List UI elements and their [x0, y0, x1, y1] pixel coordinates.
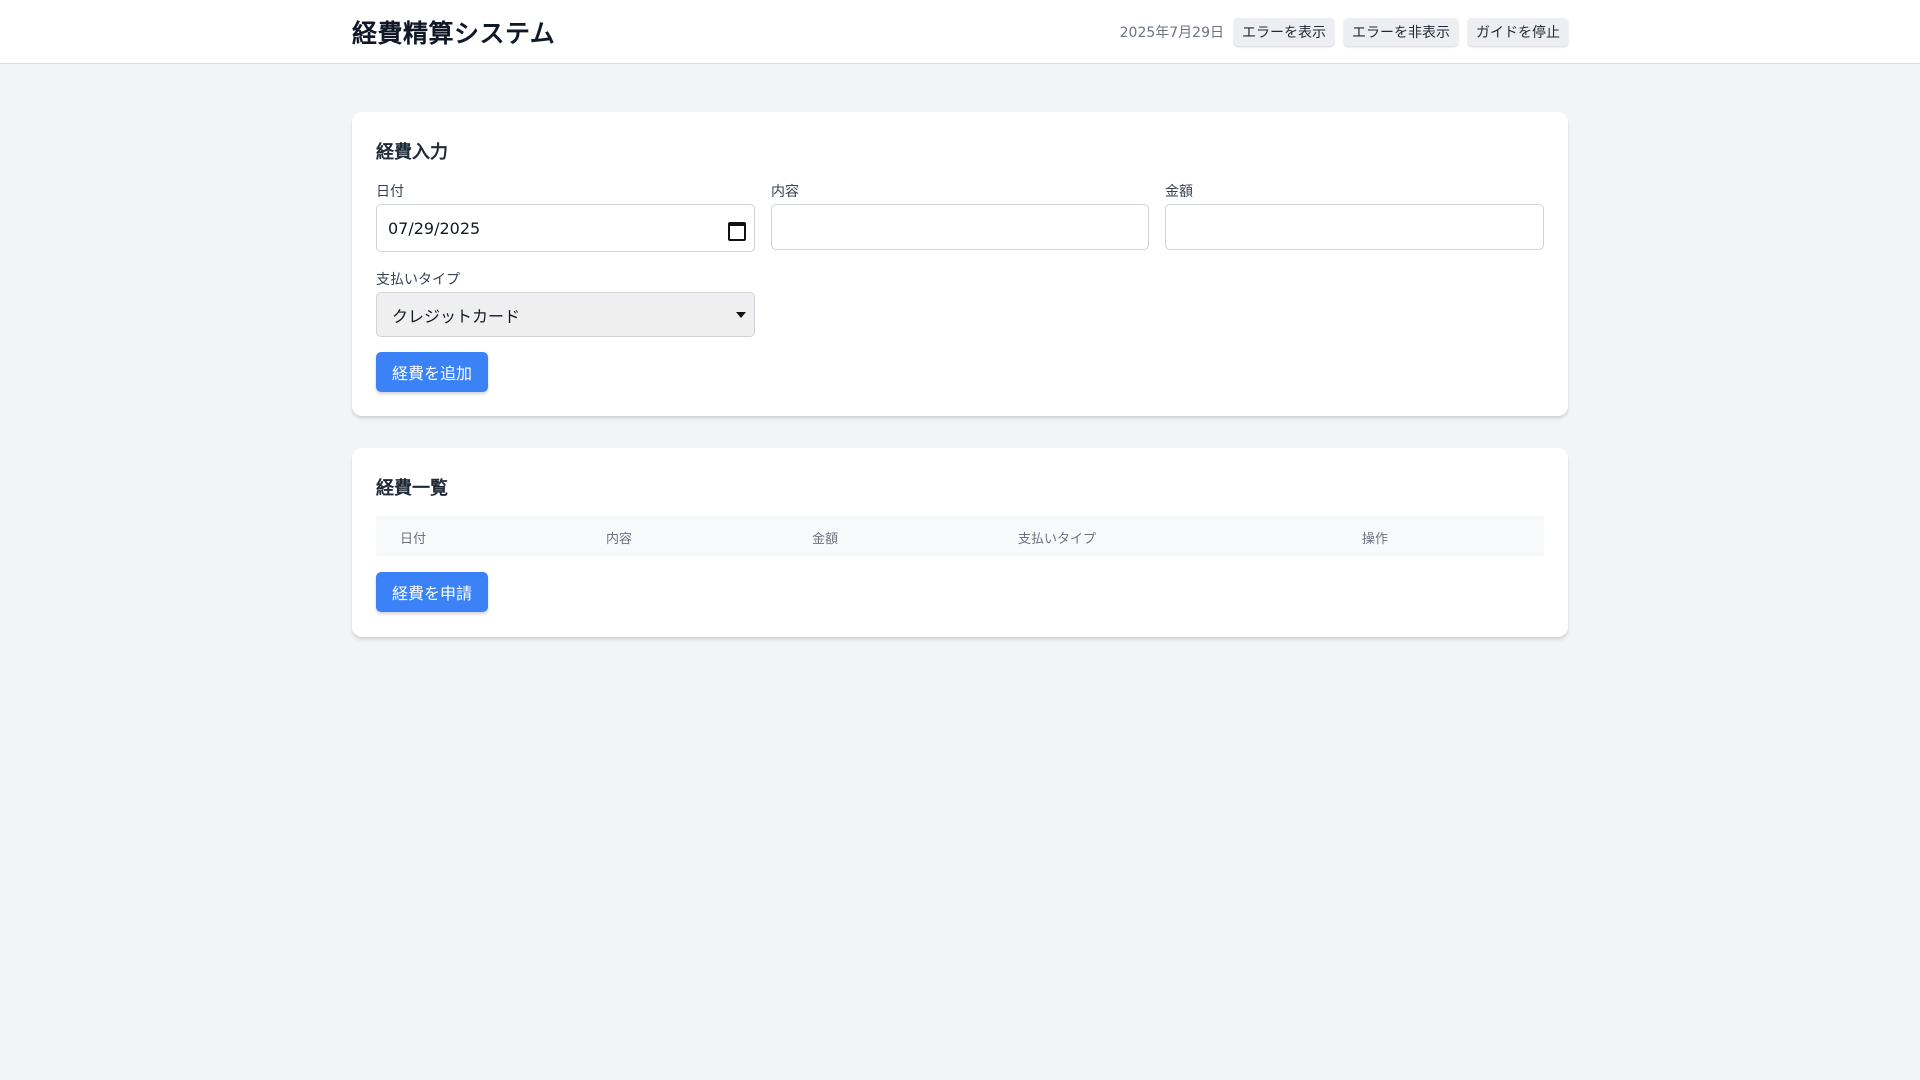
- app-header: 経費精算システム 2025年7月29日 エラーを表示 エラーを非表示 ガイドを停…: [0, 0, 1920, 64]
- date-value: 07/29/2025: [388, 218, 481, 238]
- column-header-payment-type: 支払いタイプ: [1018, 532, 1097, 547]
- amount-label: 金額: [1165, 184, 1193, 200]
- date-label: 日付: [376, 184, 404, 200]
- stop-guide-button[interactable]: ガイドを停止: [1468, 18, 1568, 46]
- description-input[interactable]: [783, 217, 1137, 237]
- calendar-icon[interactable]: [727, 220, 746, 241]
- submit-expense-button[interactable]: 経費を申請: [376, 572, 489, 612]
- header-actions: 2025年7月29日 エラーを表示 エラーを非表示 ガイドを停止: [1120, 18, 1568, 46]
- expense-list-title: 経費一覧: [376, 478, 448, 499]
- column-header-description: 内容: [606, 532, 633, 547]
- description-label: 内容: [771, 184, 799, 200]
- description-field[interactable]: [771, 204, 1149, 250]
- show-error-button[interactable]: エラーを表示: [1234, 18, 1334, 46]
- chevron-down-icon: [736, 311, 746, 318]
- current-date: 2025年7月29日: [1119, 25, 1224, 41]
- amount-input[interactable]: [1177, 217, 1532, 237]
- amount-field[interactable]: [1165, 204, 1544, 250]
- column-header-date: 日付: [400, 532, 427, 547]
- payment-type-label: 支払いタイプ: [376, 272, 460, 288]
- hide-error-button[interactable]: エラーを非表示: [1344, 18, 1458, 46]
- column-header-amount: 金額: [812, 532, 839, 547]
- expense-input-title: 経費入力: [376, 142, 448, 163]
- add-expense-button[interactable]: 経費を追加: [376, 352, 489, 392]
- payment-type-select[interactable]: クレジットカード: [376, 292, 755, 337]
- header-inner: 経費精算システム 2025年7月29日 エラーを表示 エラーを非表示 ガイドを停…: [352, 0, 1568, 64]
- expense-list-card: 経費一覧 日付 内容 金額 支払いタイプ 操作 経費を申請: [352, 448, 1568, 637]
- payment-type-selected: クレジットカード: [392, 306, 521, 326]
- date-field[interactable]: 07/29/2025: [376, 204, 755, 252]
- app-title: 経費精算システム: [352, 19, 556, 48]
- table-header: 日付 内容 金額 支払いタイプ 操作: [376, 516, 1544, 556]
- expense-input-card: 経費入力 日付 07/29/2025 内容 金額 支払いタイプ クレジットカード…: [352, 112, 1568, 416]
- column-header-actions: 操作: [1362, 532, 1389, 547]
